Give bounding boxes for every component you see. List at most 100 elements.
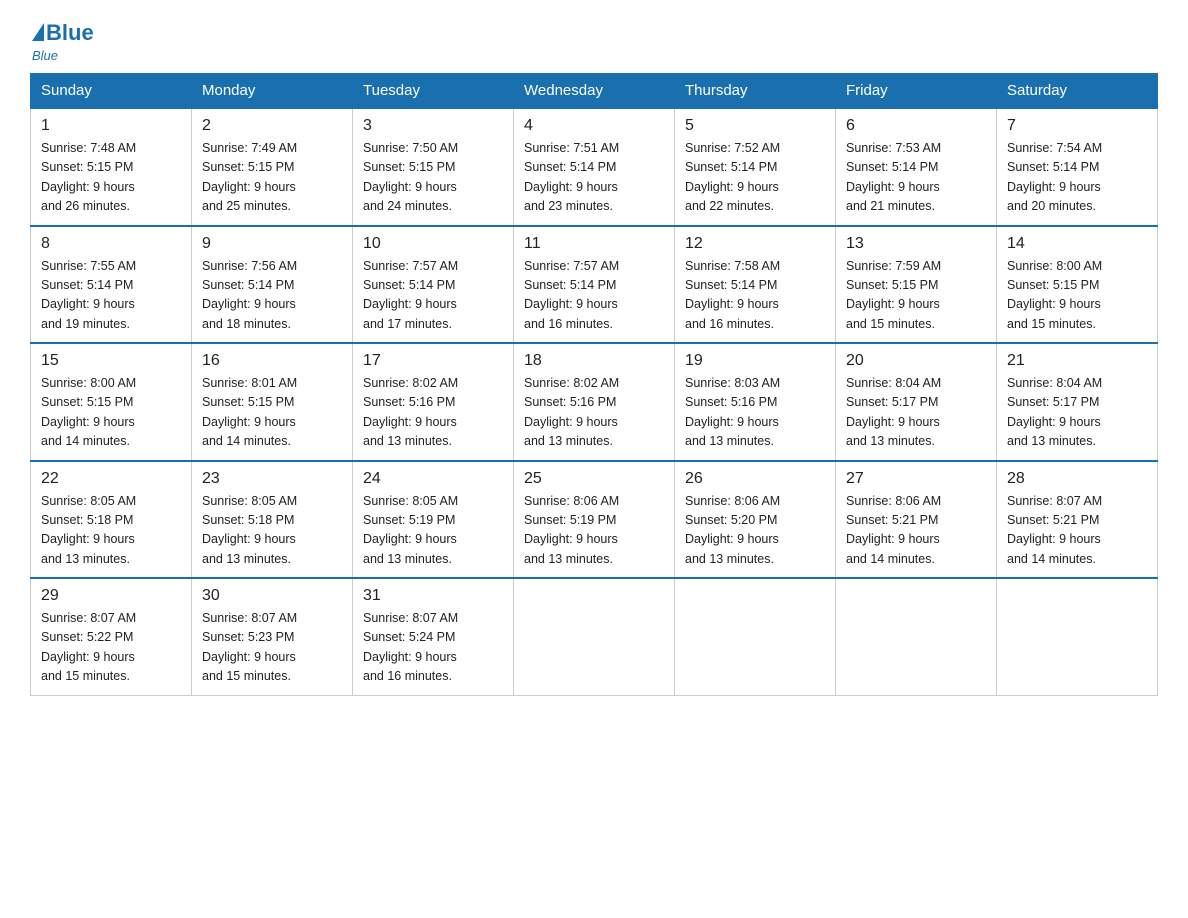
- day-cell-21: 21 Sunrise: 8:04 AMSunset: 5:17 PMDaylig…: [997, 343, 1158, 461]
- day-info: Sunrise: 8:06 AMSunset: 5:19 PMDaylight:…: [524, 494, 619, 566]
- day-cell-20: 20 Sunrise: 8:04 AMSunset: 5:17 PMDaylig…: [836, 343, 997, 461]
- week-row-5: 29 Sunrise: 8:07 AMSunset: 5:22 PMDaylig…: [31, 578, 1158, 695]
- empty-cell: [836, 578, 997, 695]
- day-cell-29: 29 Sunrise: 8:07 AMSunset: 5:22 PMDaylig…: [31, 578, 192, 695]
- empty-cell: [514, 578, 675, 695]
- day-number: 13: [846, 235, 986, 253]
- day-number: 6: [846, 117, 986, 135]
- logo-subtitle-text: Blue: [32, 48, 58, 63]
- day-cell-7: 7 Sunrise: 7:54 AMSunset: 5:14 PMDayligh…: [997, 108, 1158, 226]
- day-cell-22: 22 Sunrise: 8:05 AMSunset: 5:18 PMDaylig…: [31, 461, 192, 579]
- header-friday: Friday: [836, 74, 997, 109]
- day-info: Sunrise: 8:00 AMSunset: 5:15 PMDaylight:…: [41, 376, 136, 448]
- day-info: Sunrise: 7:49 AMSunset: 5:15 PMDaylight:…: [202, 141, 297, 213]
- header-tuesday: Tuesday: [353, 74, 514, 109]
- week-row-4: 22 Sunrise: 8:05 AMSunset: 5:18 PMDaylig…: [31, 461, 1158, 579]
- day-info: Sunrise: 8:06 AMSunset: 5:21 PMDaylight:…: [846, 494, 941, 566]
- day-number: 29: [41, 587, 181, 605]
- day-number: 16: [202, 352, 342, 370]
- day-number: 21: [1007, 352, 1147, 370]
- day-info: Sunrise: 8:07 AMSunset: 5:23 PMDaylight:…: [202, 611, 297, 683]
- day-cell-2: 2 Sunrise: 7:49 AMSunset: 5:15 PMDayligh…: [192, 108, 353, 226]
- day-cell-31: 31 Sunrise: 8:07 AMSunset: 5:24 PMDaylig…: [353, 578, 514, 695]
- day-cell-3: 3 Sunrise: 7:50 AMSunset: 5:15 PMDayligh…: [353, 108, 514, 226]
- week-row-1: 1 Sunrise: 7:48 AMSunset: 5:15 PMDayligh…: [31, 108, 1158, 226]
- day-info: Sunrise: 7:57 AMSunset: 5:14 PMDaylight:…: [363, 259, 458, 331]
- header-monday: Monday: [192, 74, 353, 109]
- day-info: Sunrise: 7:51 AMSunset: 5:14 PMDaylight:…: [524, 141, 619, 213]
- day-number: 9: [202, 235, 342, 253]
- day-number: 23: [202, 470, 342, 488]
- empty-cell: [997, 578, 1158, 695]
- day-cell-6: 6 Sunrise: 7:53 AMSunset: 5:14 PMDayligh…: [836, 108, 997, 226]
- day-info: Sunrise: 8:05 AMSunset: 5:18 PMDaylight:…: [41, 494, 136, 566]
- day-info: Sunrise: 8:07 AMSunset: 5:22 PMDaylight:…: [41, 611, 136, 683]
- calendar-table: SundayMondayTuesdayWednesdayThursdayFrid…: [30, 73, 1158, 696]
- day-info: Sunrise: 7:48 AMSunset: 5:15 PMDaylight:…: [41, 141, 136, 213]
- day-info: Sunrise: 8:05 AMSunset: 5:19 PMDaylight:…: [363, 494, 458, 566]
- day-number: 10: [363, 235, 503, 253]
- logo-triangle-icon: [32, 23, 44, 41]
- day-cell-24: 24 Sunrise: 8:05 AMSunset: 5:19 PMDaylig…: [353, 461, 514, 579]
- day-number: 12: [685, 235, 825, 253]
- day-cell-16: 16 Sunrise: 8:01 AMSunset: 5:15 PMDaylig…: [192, 343, 353, 461]
- day-number: 11: [524, 235, 664, 253]
- day-info: Sunrise: 8:05 AMSunset: 5:18 PMDaylight:…: [202, 494, 297, 566]
- day-cell-28: 28 Sunrise: 8:07 AMSunset: 5:21 PMDaylig…: [997, 461, 1158, 579]
- day-info: Sunrise: 7:50 AMSunset: 5:15 PMDaylight:…: [363, 141, 458, 213]
- day-info: Sunrise: 7:54 AMSunset: 5:14 PMDaylight:…: [1007, 141, 1102, 213]
- header-thursday: Thursday: [675, 74, 836, 109]
- day-info: Sunrise: 8:04 AMSunset: 5:17 PMDaylight:…: [1007, 376, 1102, 448]
- week-row-2: 8 Sunrise: 7:55 AMSunset: 5:14 PMDayligh…: [31, 226, 1158, 344]
- day-number: 8: [41, 235, 181, 253]
- day-cell-12: 12 Sunrise: 7:58 AMSunset: 5:14 PMDaylig…: [675, 226, 836, 344]
- day-cell-11: 11 Sunrise: 7:57 AMSunset: 5:14 PMDaylig…: [514, 226, 675, 344]
- day-number: 30: [202, 587, 342, 605]
- day-number: 7: [1007, 117, 1147, 135]
- day-info: Sunrise: 7:55 AMSunset: 5:14 PMDaylight:…: [41, 259, 136, 331]
- logo-top: Blue: [30, 20, 94, 46]
- day-number: 2: [202, 117, 342, 135]
- calendar-header-row: SundayMondayTuesdayWednesdayThursdayFrid…: [31, 74, 1158, 109]
- day-cell-15: 15 Sunrise: 8:00 AMSunset: 5:15 PMDaylig…: [31, 343, 192, 461]
- week-row-3: 15 Sunrise: 8:00 AMSunset: 5:15 PMDaylig…: [31, 343, 1158, 461]
- day-info: Sunrise: 8:07 AMSunset: 5:21 PMDaylight:…: [1007, 494, 1102, 566]
- day-number: 18: [524, 352, 664, 370]
- day-cell-30: 30 Sunrise: 8:07 AMSunset: 5:23 PMDaylig…: [192, 578, 353, 695]
- day-number: 4: [524, 117, 664, 135]
- day-cell-17: 17 Sunrise: 8:02 AMSunset: 5:16 PMDaylig…: [353, 343, 514, 461]
- day-cell-10: 10 Sunrise: 7:57 AMSunset: 5:14 PMDaylig…: [353, 226, 514, 344]
- day-cell-25: 25 Sunrise: 8:06 AMSunset: 5:19 PMDaylig…: [514, 461, 675, 579]
- day-number: 28: [1007, 470, 1147, 488]
- day-info: Sunrise: 7:52 AMSunset: 5:14 PMDaylight:…: [685, 141, 780, 213]
- day-number: 5: [685, 117, 825, 135]
- day-number: 14: [1007, 235, 1147, 253]
- day-info: Sunrise: 8:04 AMSunset: 5:17 PMDaylight:…: [846, 376, 941, 448]
- day-cell-4: 4 Sunrise: 7:51 AMSunset: 5:14 PMDayligh…: [514, 108, 675, 226]
- day-info: Sunrise: 7:53 AMSunset: 5:14 PMDaylight:…: [846, 141, 941, 213]
- day-info: Sunrise: 7:57 AMSunset: 5:14 PMDaylight:…: [524, 259, 619, 331]
- day-number: 1: [41, 117, 181, 135]
- day-cell-26: 26 Sunrise: 8:06 AMSunset: 5:20 PMDaylig…: [675, 461, 836, 579]
- day-number: 24: [363, 470, 503, 488]
- day-number: 3: [363, 117, 503, 135]
- page-header: Blue Blue: [30, 20, 1158, 63]
- day-info: Sunrise: 8:02 AMSunset: 5:16 PMDaylight:…: [363, 376, 458, 448]
- day-info: Sunrise: 8:02 AMSunset: 5:16 PMDaylight:…: [524, 376, 619, 448]
- day-number: 20: [846, 352, 986, 370]
- day-number: 15: [41, 352, 181, 370]
- day-cell-23: 23 Sunrise: 8:05 AMSunset: 5:18 PMDaylig…: [192, 461, 353, 579]
- day-cell-1: 1 Sunrise: 7:48 AMSunset: 5:15 PMDayligh…: [31, 108, 192, 226]
- day-cell-8: 8 Sunrise: 7:55 AMSunset: 5:14 PMDayligh…: [31, 226, 192, 344]
- empty-cell: [675, 578, 836, 695]
- day-number: 25: [524, 470, 664, 488]
- day-cell-14: 14 Sunrise: 8:00 AMSunset: 5:15 PMDaylig…: [997, 226, 1158, 344]
- day-cell-5: 5 Sunrise: 7:52 AMSunset: 5:14 PMDayligh…: [675, 108, 836, 226]
- header-saturday: Saturday: [997, 74, 1158, 109]
- day-number: 19: [685, 352, 825, 370]
- day-info: Sunrise: 7:58 AMSunset: 5:14 PMDaylight:…: [685, 259, 780, 331]
- day-info: Sunrise: 8:06 AMSunset: 5:20 PMDaylight:…: [685, 494, 780, 566]
- logo-blue-text: Blue: [46, 20, 94, 46]
- day-number: 31: [363, 587, 503, 605]
- day-number: 26: [685, 470, 825, 488]
